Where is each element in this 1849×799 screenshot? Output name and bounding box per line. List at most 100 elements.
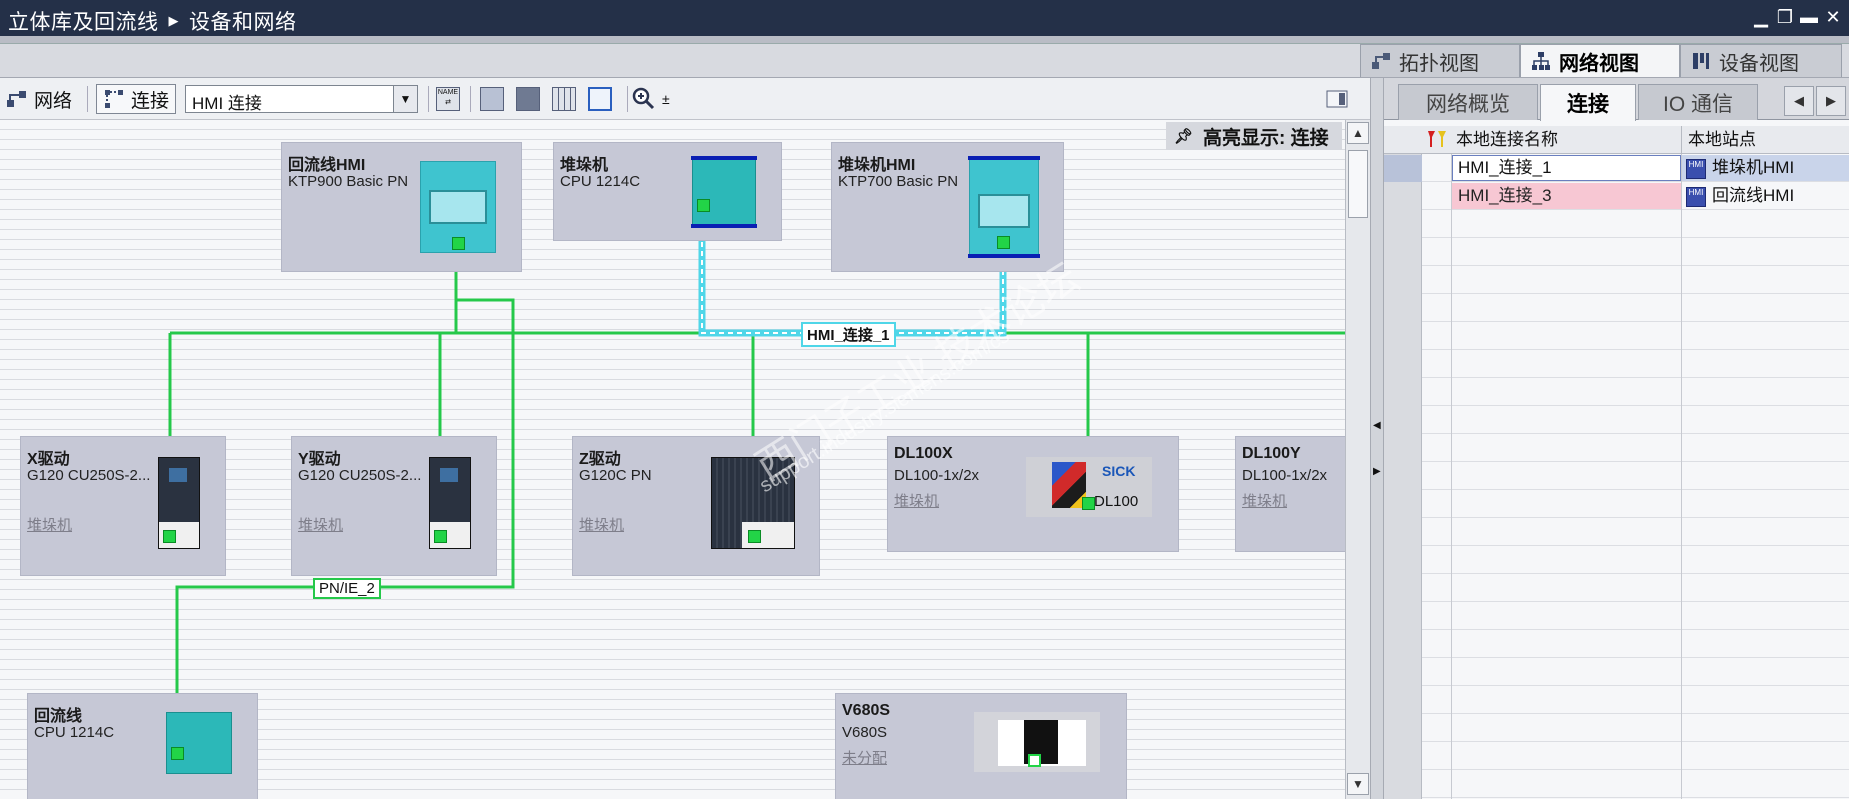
profinet-port[interactable] [1082,497,1095,510]
view-tabs: 拓扑视图 网络视图 设备视图 [0,44,1849,78]
device-stacker-plc[interactable]: 堆垛机 CPU 1214C [553,142,782,241]
local-station[interactable]: HMI 回流线HMI [1686,183,1794,209]
column-header-connection-name[interactable]: 本地连接名称 [1456,127,1558,153]
close-icon[interactable]: ✕ [1823,6,1843,28]
show-names-button[interactable]: NAME ⇄ [436,84,460,114]
device-name: X驱动 [27,451,70,468]
profinet-port[interactable] [171,747,184,760]
title-bar: 立体库及回流线 ▶ 设备和网络 ▁ ❐ ▬ ✕ [0,0,1849,36]
local-station[interactable]: HMI 堆垛机HMI [1686,155,1794,181]
filter-icon[interactable] [1426,129,1448,151]
table-row[interactable]: HMI_连接_1 HMI 堆垛机HMI [1384,155,1849,182]
tab-scroll-left-icon[interactable]: ◀ [1784,86,1814,116]
toolbar-separator [87,86,88,112]
tab-network-overview[interactable]: 网络概览 [1398,84,1538,120]
sick-model-text: DL100 [1094,493,1139,510]
network-config-icon [480,87,504,111]
profinet-port[interactable] [697,199,710,212]
device-dl100y[interactable]: DL100Y DL100-1x/2x 堆垛机 [1235,436,1345,552]
device-type: G120 CU250S-2... [27,467,151,484]
device-name: 堆垛机HMI [838,157,916,174]
connection-name[interactable]: HMI_连接_3 [1458,183,1552,209]
device-link[interactable]: 堆垛机 [894,490,939,511]
table-row[interactable]: HMI_连接_3 HMI 回流线HMI [1384,183,1849,210]
hmi-connection-label[interactable]: HMI_连接_1 [801,322,896,347]
connections-table: 本地连接名称 本地站点 HMI_连接_1 HMI 堆垛机HMI HMI_连接_3 … [1384,126,1849,799]
restore-icon[interactable]: ❐ [1775,6,1795,28]
device-z-drive[interactable]: Z驱动 G120C PN 堆垛机 [572,436,820,576]
minimize-icon[interactable]: ▁ [1751,6,1771,28]
grid-button[interactable] [552,84,576,114]
zoom-icon [632,87,655,110]
tab-connections[interactable]: 连接 [1540,84,1636,121]
device-x-drive[interactable]: X驱动 G120 CU250S-2... 堆垛机 [20,436,226,576]
maximize-icon[interactable]: ▬ [1799,6,1819,28]
toolbar-separator [470,86,471,112]
tab-topology-view[interactable]: 拓扑视图 [1360,44,1520,77]
scroll-down-icon[interactable]: ▼ [1347,773,1369,795]
network-view-icon [1532,52,1550,70]
device-y-drive[interactable]: Y驱动 G120 CU250S-2... 堆垛机 [291,436,497,576]
profinet-port[interactable] [434,530,447,543]
overview-panel: 网络概览 连接 IO 通信 ◀ ▶ 本地连接名称 本地站点 HMI_连接_1 H… [1384,78,1849,799]
sensor-body [1052,462,1086,508]
column-header-local-station[interactable]: 本地站点 [1688,127,1756,153]
collapse-left-icon[interactable]: ◀ [1373,420,1381,431]
device-link[interactable]: 堆垛机 [298,514,343,535]
device-name: 堆垛机 [560,157,609,174]
device-link[interactable]: 未分配 [842,747,887,768]
profinet-port[interactable] [163,530,176,543]
connect-mode-button[interactable]: 连接 [96,84,177,114]
device-stacker-hmi[interactable]: 堆垛机HMI KTP700 Basic PN [831,142,1064,272]
device-name: 回流线HMI [288,157,366,174]
breadcrumb-project[interactable]: 立体库及回流线 [8,6,159,36]
overview-panel-button[interactable] [588,84,612,114]
panel-splitter[interactable]: ◀ ▶ [1370,78,1384,799]
device-type: CPU 1214C [560,173,641,190]
profinet-port[interactable] [452,237,465,250]
zoom-button[interactable]: ± [632,84,670,114]
grid-icon [552,87,576,111]
connection-name[interactable]: HMI_连接_1 [1458,155,1552,181]
profinet-port[interactable] [1028,754,1041,767]
device-name: Y驱动 [298,451,341,468]
device-link[interactable]: 堆垛机 [1242,490,1287,511]
device-link[interactable]: 堆垛机 [27,514,72,535]
network-config-button[interactable] [480,84,504,114]
device-type: CPU 1214C [34,724,115,741]
network-canvas[interactable]: 📌︎ 高亮显示: 连接 回流线HMI KTP900 Basic PN 堆垛机 C… [0,120,1345,799]
zoom-dropdown-icon[interactable]: ± [662,91,670,107]
tab-scroll-right-icon[interactable]: ▶ [1816,86,1846,116]
page-break-button[interactable] [516,84,540,114]
tab-io-communication[interactable]: IO 通信 [1638,84,1758,120]
device-v680s[interactable]: V680S V680S 未分配 [835,693,1127,799]
subnet-label-pnie2[interactable]: PN/IE_2 [313,578,381,599]
row-gutter [1384,126,1422,799]
page-icon [516,87,540,111]
panel-icon [588,87,612,111]
tab-network-view[interactable]: 网络视图 [1520,44,1680,77]
device-name: DL100Y [1242,445,1301,462]
scroll-up-icon[interactable]: ▲ [1347,122,1369,144]
chevron-down-icon[interactable]: ▼ [393,86,417,112]
toolbar-separator [428,86,429,112]
device-link[interactable]: 堆垛机 [579,514,624,535]
profinet-port[interactable] [997,236,1010,249]
collapse-right-icon[interactable]: ▶ [1373,466,1381,477]
drive-icon [158,457,200,549]
drive-icon [711,457,795,549]
device-reflow-hmi[interactable]: 回流线HMI KTP900 Basic PN [281,142,522,272]
tab-device-view[interactable]: 设备视图 [1680,44,1842,77]
device-reflow-plc[interactable]: 回流线 CPU 1214C [27,693,258,799]
hmi-panel-icon [420,161,496,253]
network-mode-button[interactable]: 网络 [6,84,72,114]
scroll-thumb[interactable] [1348,150,1368,218]
device-type: V680S [842,724,888,741]
device-type: KTP700 Basic PN [838,173,959,190]
tool-panel-toggle[interactable] [1326,84,1348,114]
connection-type-select[interactable]: HMI 连接 ▼ [185,85,418,113]
panel-toggle-icon [1326,90,1348,108]
profinet-port[interactable] [748,530,761,543]
device-dl100x[interactable]: DL100X DL100-1x/2x 堆垛机 SICK DL100 [887,436,1179,552]
canvas-scrollbar[interactable]: ▲ ▼ [1345,120,1370,799]
